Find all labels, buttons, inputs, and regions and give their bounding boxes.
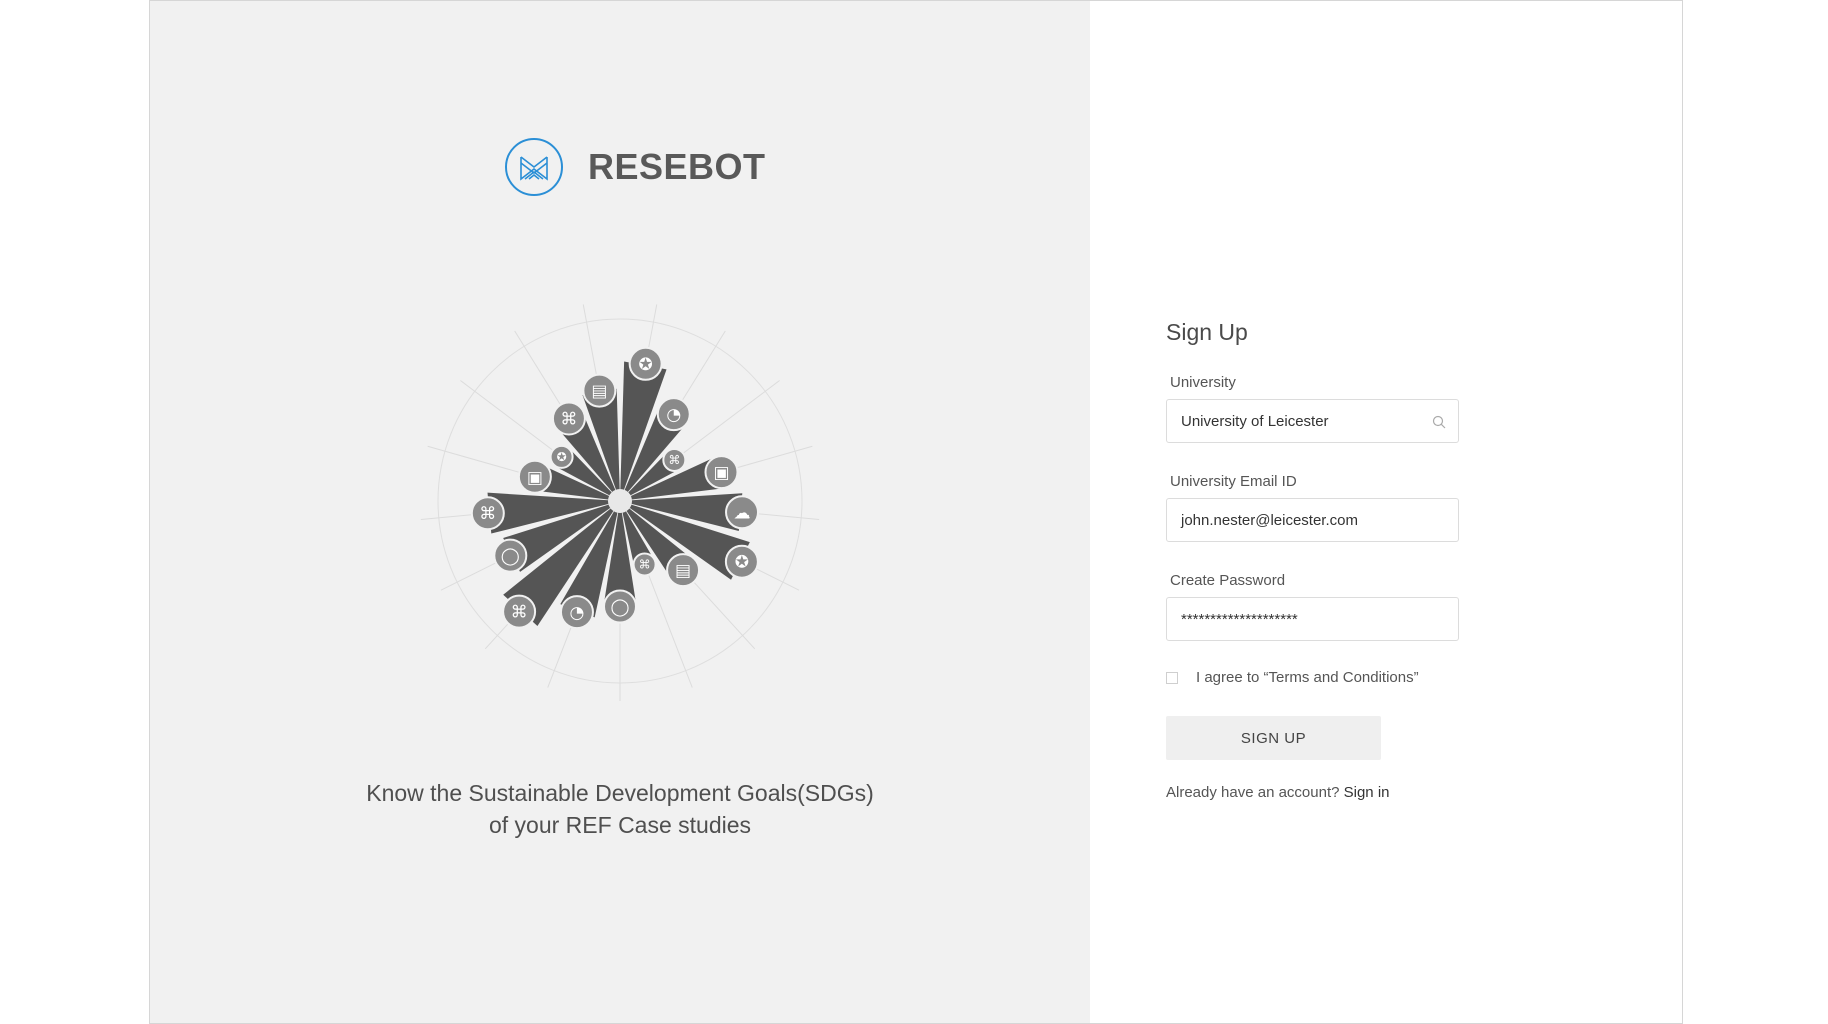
book-icon: ▤	[591, 382, 607, 402]
command-icon: ⌘	[511, 603, 528, 623]
password-label: Create Password	[1170, 572, 1286, 589]
chat-icon: ◯	[501, 547, 520, 567]
tagline-line-1: Know the Sustainable Development Goals(S…	[366, 780, 874, 806]
cloud-icon: ☁	[734, 503, 751, 523]
signup-button[interactable]: SIGN UP	[1166, 716, 1381, 760]
tagline-line-2: of your REF Case studies	[488, 812, 752, 838]
chat-icon: ◯	[610, 598, 629, 618]
command-icon: ⌘	[668, 453, 680, 467]
terms-text[interactable]: I agree to “Terms and Conditions”	[1196, 669, 1419, 686]
signin-prompt: Already have an account? Sign in	[1166, 784, 1466, 801]
terms-checkbox[interactable]	[1166, 671, 1178, 684]
resebot-logo-icon	[505, 138, 563, 196]
university-label: University	[1170, 374, 1236, 391]
chart-hub	[608, 489, 632, 513]
email-value: john.nester@leicester.com	[1181, 511, 1358, 529]
hero-panel: RESEBOT ✪ ◔ ⌘ ▣ ☁ ✪ ▤ ⌘ ◯ ◔ ⌘ ◯ ⌘ ▣ ✪ ⌘ ▤ Know the Susta…	[150, 1, 1090, 1023]
pie-chart-icon: ◔	[666, 405, 681, 425]
email-label: University Email ID	[1170, 473, 1297, 490]
brand-name: RESEBOT	[588, 146, 766, 187]
password-value: ********************	[1181, 610, 1298, 628]
university-value: University of Leicester	[1181, 412, 1329, 430]
brand: RESEBOT	[504, 137, 766, 197]
gift-icon: ▣	[527, 468, 543, 488]
gift-icon: ▣	[713, 463, 729, 483]
signup-panel: Sign Up University University of Leicest…	[1090, 1, 1682, 1023]
password-input[interactable]: ********************	[1166, 597, 1459, 641]
search-icon[interactable]	[1432, 415, 1446, 429]
terms-row: I agree to “Terms and Conditions”	[1166, 669, 1466, 686]
app-frame: RESEBOT ✪ ◔ ⌘ ▣ ☁ ✪ ▤ ⌘ ◯ ◔ ⌘ ◯ ⌘ ▣ ✪ ⌘ ▤ Know the Susta…	[149, 0, 1683, 1024]
award-icon: ✪	[735, 553, 749, 573]
award-icon: ✪	[639, 355, 653, 375]
sdg-radial-chart: ✪◔⌘▣☁✪▤⌘◯◔⌘◯⌘▣✪⌘▤	[420, 304, 820, 701]
command-icon: ⌘	[479, 504, 496, 524]
book-icon: ▤	[675, 561, 691, 581]
form-title: Sign Up	[1166, 319, 1248, 345]
signin-link[interactable]: Sign in	[1344, 784, 1390, 801]
pie-chart-icon: ◔	[570, 603, 585, 623]
command-icon: ⌘	[560, 410, 577, 430]
email-input[interactable]: john.nester@leicester.com	[1166, 498, 1459, 542]
already-text: Already have an account?	[1166, 784, 1340, 801]
award-icon: ✪	[557, 450, 567, 464]
university-input[interactable]: University of Leicester	[1166, 399, 1459, 443]
tagline: Know the Sustainable Development Goals(S…	[150, 777, 1090, 841]
signup-form: Sign Up University University of Leicest…	[1166, 319, 1466, 801]
command-icon: ⌘	[639, 557, 651, 571]
